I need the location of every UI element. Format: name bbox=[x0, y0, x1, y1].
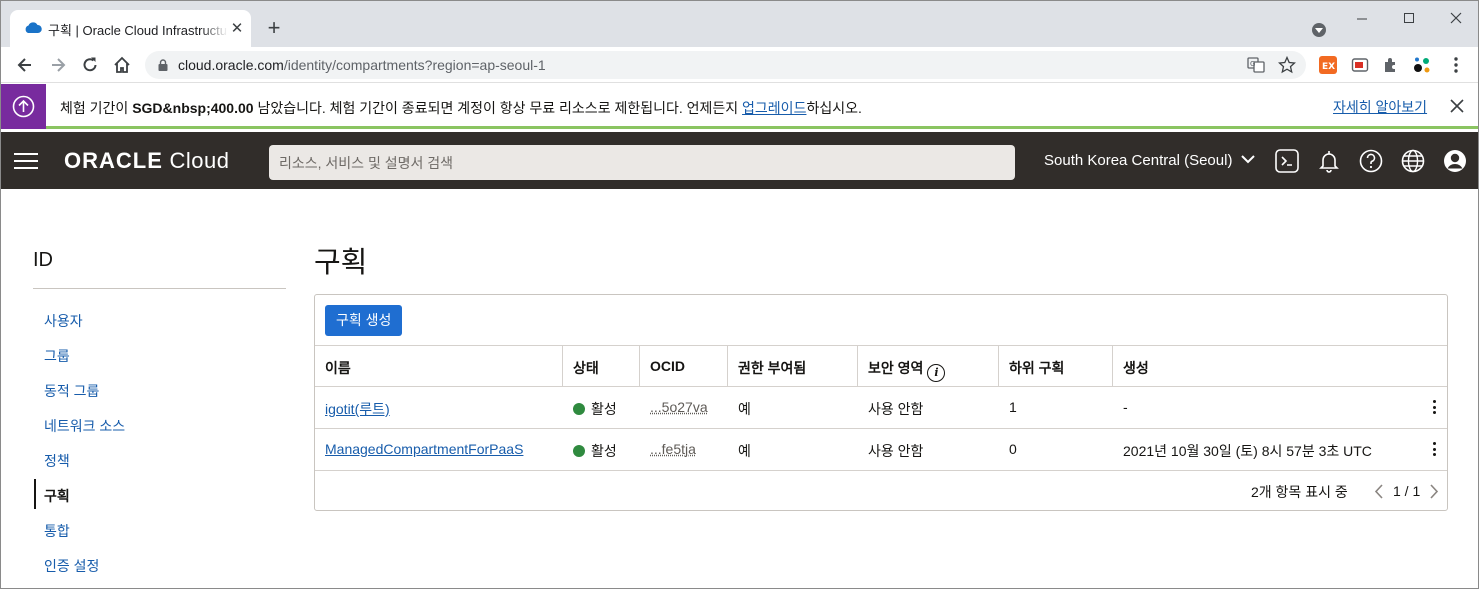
address-bar[interactable]: cloud.oracle.com/identity/compartments?r… bbox=[145, 51, 1306, 79]
sidebar-item-authentication-settings[interactable]: 인증 설정 bbox=[34, 549, 274, 579]
info-icon[interactable]: i bbox=[927, 364, 946, 382]
table-header: 이름 상태 OCID 권한 부여됨 보안 영역 i 하위 구획 생성 bbox=[315, 345, 1447, 387]
create-compartment-button[interactable]: 구획 생성 bbox=[325, 305, 403, 336]
column-header-ocid[interactable]: OCID bbox=[640, 346, 728, 387]
reload-icon[interactable] bbox=[80, 55, 100, 75]
console-search-input[interactable]: 리소스, 서비스 및 설명서 검색 bbox=[269, 145, 1015, 180]
svg-text:G: G bbox=[1250, 60, 1255, 68]
previous-page-icon[interactable] bbox=[1374, 484, 1384, 499]
language-globe-icon[interactable] bbox=[1400, 148, 1426, 174]
browser-window: 구획 | Oracle Cloud Infrastructure ✕ + clo… bbox=[0, 0, 1479, 589]
trial-amount: SGD&nbsp;400.00 bbox=[132, 100, 254, 116]
extensions-puzzle-icon[interactable] bbox=[1382, 56, 1400, 74]
sidebar-item-compartments[interactable]: 구획 bbox=[34, 479, 274, 509]
minimize-icon[interactable] bbox=[1350, 9, 1374, 29]
column-header-sub-compartments[interactable]: 하위 구획 bbox=[999, 346, 1113, 387]
created-value: - bbox=[1123, 399, 1128, 415]
navigation-menu-icon[interactable] bbox=[14, 153, 38, 169]
url-text: cloud.oracle.com/identity/compartments?r… bbox=[178, 57, 546, 73]
sidebar-item-users[interactable]: 사용자 bbox=[34, 304, 274, 334]
sub-compartments-count: 0 bbox=[1009, 441, 1017, 457]
home-icon[interactable] bbox=[112, 55, 132, 75]
ocid-link[interactable]: ...fe5tja bbox=[650, 441, 696, 457]
security-zone-value: 사용 안함 bbox=[868, 443, 924, 459]
notifications-bell-icon[interactable] bbox=[1316, 148, 1342, 174]
chevron-down-icon bbox=[1240, 155, 1255, 164]
tab-close-icon[interactable]: ✕ bbox=[229, 21, 245, 37]
tab-title: 구획 | Oracle Cloud Infrastructure bbox=[48, 23, 228, 38]
new-tab-icon[interactable]: + bbox=[264, 17, 284, 39]
profile-menu-icon[interactable] bbox=[1312, 23, 1326, 37]
maximize-icon[interactable] bbox=[1397, 9, 1421, 29]
column-header-name[interactable]: 이름 bbox=[315, 346, 563, 387]
trial-banner: 체험 기간이 SGD&nbsp;400.00 남았습니다. 체험 기간이 종료되… bbox=[1, 84, 1478, 129]
sub-compartments-count: 1 bbox=[1009, 399, 1017, 415]
status-badge: 활성 bbox=[563, 429, 617, 470]
banner-close-icon[interactable] bbox=[1449, 98, 1465, 114]
extension-screen-icon[interactable] bbox=[1351, 56, 1369, 74]
oracle-cloud-favicon-icon bbox=[25, 22, 42, 33]
items-count-text: 2개 항목 표시 중 bbox=[1251, 484, 1348, 500]
status-active-dot-icon bbox=[573, 403, 585, 415]
security-zone-value: 사용 안함 bbox=[868, 401, 924, 417]
authorized-value: 예 bbox=[738, 443, 751, 459]
table-row: igotit(루트) 활성 ...5o27va 예 사용 안함 1 - bbox=[315, 387, 1447, 429]
status-active-dot-icon bbox=[573, 445, 585, 457]
authorized-value: 예 bbox=[738, 401, 751, 417]
browser-toolbar: cloud.oracle.com/identity/compartments?r… bbox=[1, 47, 1478, 83]
browser-tab[interactable]: 구획 | Oracle Cloud Infrastructure ✕ bbox=[10, 10, 251, 47]
compartments-table-panel: 구획 생성 이름 상태 OCID 권한 부여됨 보안 영역 i 하위 구획 생성 … bbox=[314, 294, 1448, 511]
window-close-icon[interactable] bbox=[1444, 9, 1468, 29]
sidebar-item-network-sources[interactable]: 네트워크 소스 bbox=[34, 409, 274, 439]
sidebar-divider bbox=[33, 288, 286, 289]
sidebar-item-federation[interactable]: 통합 bbox=[34, 514, 274, 544]
column-header-security-zone[interactable]: 보안 영역 i bbox=[858, 346, 999, 387]
compartment-name-link[interactable]: igotit(루트) bbox=[325, 401, 390, 417]
page-title: 구획 bbox=[314, 247, 368, 279]
user-profile-icon[interactable] bbox=[1442, 148, 1468, 174]
browser-menu-icon[interactable] bbox=[1447, 56, 1465, 74]
bookmark-star-icon[interactable] bbox=[1278, 56, 1296, 74]
extension-ex-icon[interactable]: EX bbox=[1319, 56, 1337, 74]
sidebar-item-policies[interactable]: 정책 bbox=[34, 444, 274, 474]
tab-strip: 구획 | Oracle Cloud Infrastructure ✕ + bbox=[1, 1, 1478, 47]
compartment-name-link[interactable]: ManagedCompartmentForPaaS bbox=[325, 441, 523, 457]
column-header-created[interactable]: 생성 bbox=[1113, 346, 1447, 387]
upgrade-link[interactable]: 업그레이드 bbox=[742, 100, 806, 116]
status-badge: 활성 bbox=[563, 387, 617, 428]
cloud-shell-icon[interactable] bbox=[1274, 148, 1300, 174]
row-actions-menu-icon[interactable] bbox=[1432, 400, 1438, 416]
trial-banner-text: 체험 기간이 SGD&nbsp;400.00 남았습니다. 체험 기간이 종료되… bbox=[60, 100, 862, 116]
lock-icon bbox=[158, 59, 168, 71]
upgrade-banner-badge bbox=[1, 84, 46, 129]
pagination: 1 / 1 bbox=[1371, 481, 1441, 501]
sidebar-title: ID bbox=[33, 249, 53, 271]
ocid-link[interactable]: ...5o27va bbox=[650, 399, 708, 415]
row-actions-menu-icon[interactable] bbox=[1432, 442, 1438, 458]
sidebar-item-groups[interactable]: 그룹 bbox=[34, 339, 274, 369]
help-icon[interactable] bbox=[1358, 148, 1384, 174]
translate-icon[interactable]: G bbox=[1247, 56, 1265, 74]
extension-molecule-icon[interactable] bbox=[1413, 56, 1431, 74]
arrow-up-circle-icon bbox=[12, 95, 35, 118]
region-selector[interactable]: South Korea Central (Seoul) bbox=[1044, 152, 1255, 169]
learn-more-link[interactable]: 자세히 알아보기 bbox=[1333, 97, 1427, 117]
oracle-cloud-logo[interactable]: ORACLE Cloud bbox=[64, 148, 229, 174]
svg-text:EX: EX bbox=[1322, 62, 1335, 72]
next-page-icon[interactable] bbox=[1429, 484, 1439, 499]
forward-icon[interactable] bbox=[48, 55, 68, 75]
table-row: ManagedCompartmentForPaaS 활성 ...fe5tja 예… bbox=[315, 429, 1447, 471]
column-header-authorized[interactable]: 권한 부여됨 bbox=[728, 346, 858, 387]
created-value: 2021년 10월 30일 (토) 8시 57분 3초 UTC bbox=[1123, 443, 1372, 459]
back-icon[interactable] bbox=[15, 55, 35, 75]
page-indicator: 1 / 1 bbox=[1393, 483, 1421, 499]
column-header-status[interactable]: 상태 bbox=[563, 346, 640, 387]
console-header: ORACLE Cloud 리소스, 서비스 및 설명서 검색 South Kor… bbox=[1, 132, 1478, 189]
sidebar-item-dynamic-groups[interactable]: 동적 그룹 bbox=[34, 374, 274, 404]
